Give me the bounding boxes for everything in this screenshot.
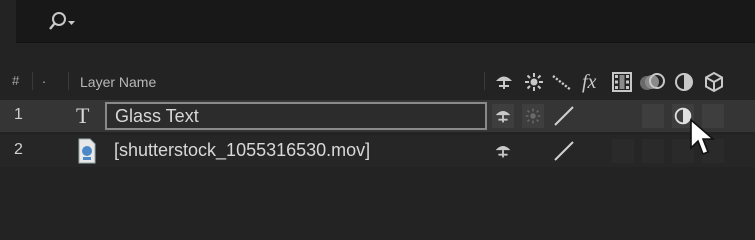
layer-row[interactable]: 1 T Glass Text <box>0 100 755 132</box>
3d-layer-icon[interactable] <box>702 70 726 94</box>
column-layer-name[interactable]: Layer Name <box>80 74 156 90</box>
column-divider <box>32 72 33 90</box>
layer-number: 2 <box>14 141 23 158</box>
column-number[interactable]: # <box>12 73 19 88</box>
fx-switch[interactable] <box>582 104 604 128</box>
motion-blur-switch[interactable] <box>642 104 664 128</box>
layer-name[interactable]: [shutterstock_1055316530.mov] <box>114 140 370 161</box>
quality-switch[interactable] <box>552 104 574 128</box>
motion-blur-switch[interactable] <box>642 139 664 163</box>
quality-switch[interactable] <box>552 139 574 163</box>
shy-switch[interactable] <box>492 139 514 163</box>
layer-number: 1 <box>14 106 23 123</box>
quality-line-icon <box>554 141 574 161</box>
fx-switch[interactable] <box>582 139 604 163</box>
collapse-transform-icon <box>525 108 541 124</box>
search-icon[interactable] <box>42 10 82 34</box>
empty-layer-area[interactable] <box>0 170 755 200</box>
column-divider <box>68 72 69 90</box>
quality-line-icon <box>554 106 574 126</box>
column-divider <box>484 72 485 90</box>
frame-blending-switch[interactable] <box>612 104 634 128</box>
shy-switch[interactable] <box>492 104 514 128</box>
shy-icon <box>495 145 511 158</box>
collapse-switch[interactable] <box>522 139 544 163</box>
quality-icon[interactable] <box>550 70 574 94</box>
svg-text:fx: fx <box>582 71 597 93</box>
motion-blur-icon[interactable] <box>638 70 666 94</box>
layer-row[interactable]: 2 [shutterstock_1055316530.mov] <box>0 135 755 167</box>
shy-icon <box>495 110 511 123</box>
fx-icon[interactable]: fx <box>580 70 606 94</box>
collapse-transform-icon[interactable] <box>522 70 546 94</box>
shy-icon[interactable] <box>492 70 516 94</box>
layer-panel-header: # . Layer Name fx <box>0 66 755 98</box>
column-label[interactable]: . <box>42 70 46 86</box>
layer-name-input[interactable]: Glass Text <box>105 102 487 130</box>
footage-icon <box>77 138 97 164</box>
collapse-switch[interactable] <box>522 104 544 128</box>
frame-blending-icon[interactable] <box>610 70 634 94</box>
adjustment-layer-icon[interactable] <box>672 70 696 94</box>
mouse-cursor-icon <box>690 118 716 156</box>
search-bar[interactable] <box>16 0 755 43</box>
text-layer-icon: T <box>76 103 90 128</box>
frame-blending-switch[interactable] <box>612 139 634 163</box>
